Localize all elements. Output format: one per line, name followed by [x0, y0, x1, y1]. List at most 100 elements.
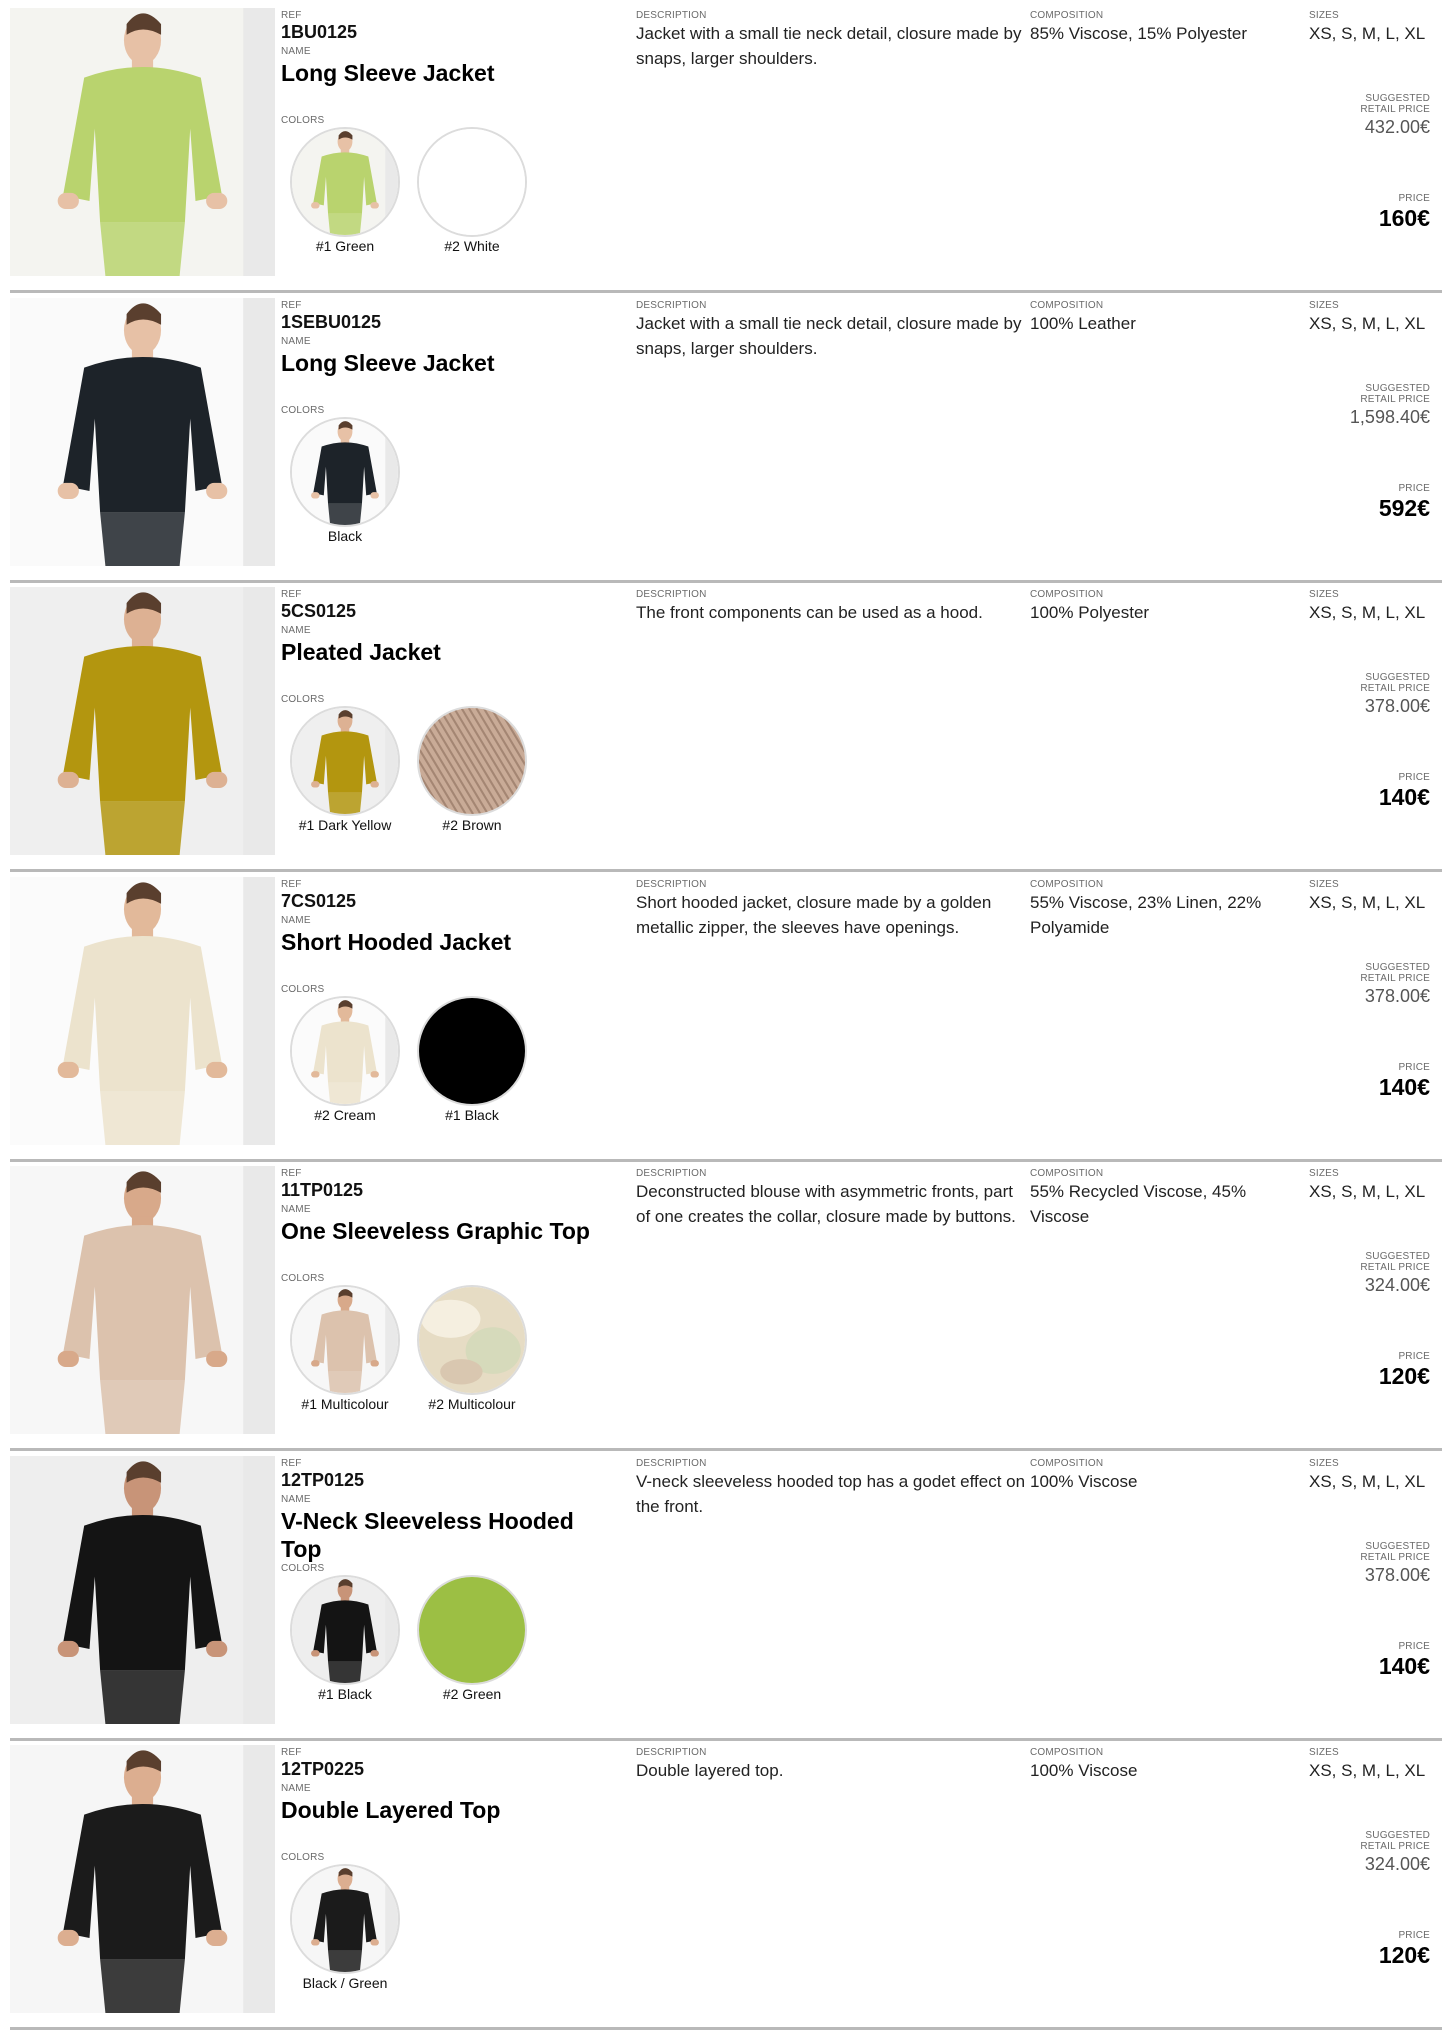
- sizes-label: SIZES: [1309, 1168, 1339, 1179]
- srp-label-line1: SUGGESTED: [1365, 962, 1430, 973]
- color-swatch-image: [290, 1864, 400, 1974]
- name-label: NAME: [281, 1204, 311, 1215]
- product-description: Jacket with a small tie neck detail, clo…: [636, 314, 1022, 358]
- product-price: 140€: [1378, 1074, 1430, 1100]
- description-label: DESCRIPTION: [636, 1458, 707, 1469]
- color-swatch[interactable]: #2 White: [417, 127, 527, 254]
- product-photo: [10, 298, 275, 566]
- description-label: DESCRIPTION: [636, 589, 707, 600]
- sizes-label: SIZES: [1309, 879, 1339, 890]
- suggested-retail-price: 378.00€: [1364, 696, 1430, 716]
- description-label: DESCRIPTION: [636, 300, 707, 311]
- product-info: REF 5CS0125 NAME Pleated Jacket: [281, 589, 611, 666]
- product-photo: [10, 587, 275, 855]
- product-name: Double Layered Top: [281, 1797, 501, 1823]
- colors-label: COLORS: [281, 694, 325, 705]
- sizes-label: SIZES: [1309, 10, 1339, 21]
- price-block: PRICE 160€: [1379, 193, 1430, 232]
- ref-label: REF: [281, 1458, 302, 1469]
- product-composition: 55% Viscose, 23% Linen, 22% Polyamide: [1030, 893, 1262, 937]
- color-swatch[interactable]: Black: [290, 417, 400, 544]
- product-description: Jacket with a small tie neck detail, clo…: [636, 24, 1022, 68]
- price-label: PRICE: [1398, 1930, 1430, 1941]
- description-block: DESCRIPTION Jacket with a small tie neck…: [636, 10, 1026, 71]
- product-photo: [10, 1166, 275, 1434]
- color-swatch[interactable]: #1 Black: [417, 996, 527, 1123]
- color-swatch-image: [417, 996, 527, 1106]
- suggested-retail-price-block: SUGGESTED RETAIL PRICE 378.00€: [1360, 962, 1430, 1007]
- suggested-retail-price: 378.00€: [1364, 1565, 1430, 1585]
- suggested-retail-price: 432.00€: [1364, 117, 1430, 137]
- product-sizes: XS, S, M, L, XL: [1309, 603, 1426, 622]
- product-ref: 5CS0125: [281, 601, 357, 621]
- color-swatch[interactable]: #2 Cream: [290, 996, 400, 1123]
- price-label: PRICE: [1398, 483, 1430, 494]
- product-description: V-neck sleeveless hooded top has a godet…: [636, 1472, 1026, 1516]
- composition-block: COMPOSITION 55% Viscose, 23% Linen, 22% …: [1030, 879, 1302, 940]
- description-label: DESCRIPTION: [636, 10, 707, 21]
- color-swatch-label: #1 Black: [318, 1686, 372, 1702]
- name-label: NAME: [281, 1494, 311, 1505]
- srp-label-line1: SUGGESTED: [1365, 1251, 1430, 1262]
- composition-label: COMPOSITION: [1030, 879, 1104, 890]
- suggested-retail-price-block: SUGGESTED RETAIL PRICE 378.00€: [1360, 672, 1430, 717]
- name-label: NAME: [281, 46, 311, 57]
- composition-label: COMPOSITION: [1030, 10, 1104, 21]
- product-info: REF 7CS0125 NAME Short Hooded Jacket: [281, 879, 611, 956]
- colors-label: COLORS: [281, 1273, 325, 1284]
- name-label: NAME: [281, 336, 311, 347]
- product-description: Short hooded jacket, closure made by a g…: [636, 893, 992, 937]
- product-price: 592€: [1378, 495, 1430, 521]
- srp-label-line1: SUGGESTED: [1365, 672, 1430, 683]
- color-swatch[interactable]: #1 Dark Yellow: [290, 706, 400, 833]
- color-swatch-label: #2 Brown: [442, 817, 502, 833]
- color-swatch[interactable]: #1 Green: [290, 127, 400, 254]
- product-sizes: XS, S, M, L, XL: [1309, 24, 1426, 43]
- srp-label-line2: RETAIL PRICE: [1360, 973, 1430, 984]
- product-ref: 1BU0125: [281, 22, 358, 42]
- price-block: PRICE 120€: [1379, 1351, 1430, 1390]
- product-photo: [10, 8, 275, 276]
- name-label: NAME: [281, 625, 311, 636]
- price-block: PRICE 140€: [1379, 1062, 1430, 1101]
- srp-label-line2: RETAIL PRICE: [1360, 104, 1430, 115]
- ref-label: REF: [281, 10, 302, 21]
- color-swatch-label: #1 Dark Yellow: [298, 817, 392, 833]
- description-block: DESCRIPTION V-neck sleeveless hooded top…: [636, 1458, 1026, 1519]
- color-swatch-image: [417, 127, 527, 237]
- product-row: REF 12TP0125 NAME V-Neck Sleeveless Hood…: [0, 1448, 1442, 1741]
- product-name: Long Sleeve Jacket: [281, 350, 495, 376]
- sizes-block: SIZES XS, S, M, L, XL: [1309, 1168, 1439, 1204]
- product-sizes: XS, S, M, L, XL: [1309, 314, 1426, 333]
- description-block: DESCRIPTION Jacket with a small tie neck…: [636, 300, 1026, 361]
- color-swatch[interactable]: #1 Black: [290, 1575, 400, 1702]
- srp-label-line1: SUGGESTED: [1365, 383, 1430, 394]
- color-swatch[interactable]: Black / Green: [290, 1864, 400, 1991]
- product-price: 140€: [1378, 1653, 1430, 1679]
- sizes-block: SIZES XS, S, M, L, XL: [1309, 300, 1439, 336]
- product-price: 120€: [1378, 1363, 1430, 1389]
- suggested-retail-price-block: SUGGESTED RETAIL PRICE 1,598.40€: [1350, 383, 1430, 428]
- price-block: PRICE 140€: [1379, 772, 1430, 811]
- description-block: DESCRIPTION Deconstructed blouse with as…: [636, 1168, 1026, 1229]
- colors-label: COLORS: [281, 1563, 325, 1574]
- product-catalog: REF 1BU0125 NAME Long Sleeve Jacket COLO…: [0, 0, 1442, 2030]
- sizes-block: SIZES XS, S, M, L, XL: [1309, 589, 1439, 625]
- product-row: REF 1SEBU0125 NAME Long Sleeve Jacket CO…: [0, 290, 1442, 583]
- color-swatch[interactable]: #1 Multicolour: [290, 1285, 400, 1412]
- sizes-block: SIZES XS, S, M, L, XL: [1309, 1747, 1439, 1783]
- color-swatch-label: #2 Multicolour: [428, 1396, 516, 1412]
- composition-block: COMPOSITION 100% Viscose: [1030, 1747, 1302, 1783]
- color-swatch-image: [417, 1285, 527, 1395]
- product-info: REF 12TP0125 NAME V-Neck Sleeveless Hood…: [281, 1458, 611, 1563]
- composition-label: COMPOSITION: [1030, 1458, 1104, 1469]
- srp-label-line1: SUGGESTED: [1365, 1830, 1430, 1841]
- color-swatch[interactable]: #2 Green: [417, 1575, 527, 1702]
- srp-label-line1: SUGGESTED: [1365, 1541, 1430, 1552]
- sizes-label: SIZES: [1309, 1747, 1339, 1758]
- color-swatch[interactable]: #2 Brown: [417, 706, 527, 833]
- colors-label: COLORS: [281, 1852, 325, 1863]
- ref-label: REF: [281, 1747, 302, 1758]
- product-name: One Sleeveless Graphic Top: [281, 1218, 590, 1244]
- color-swatch[interactable]: #2 Multicolour: [417, 1285, 527, 1412]
